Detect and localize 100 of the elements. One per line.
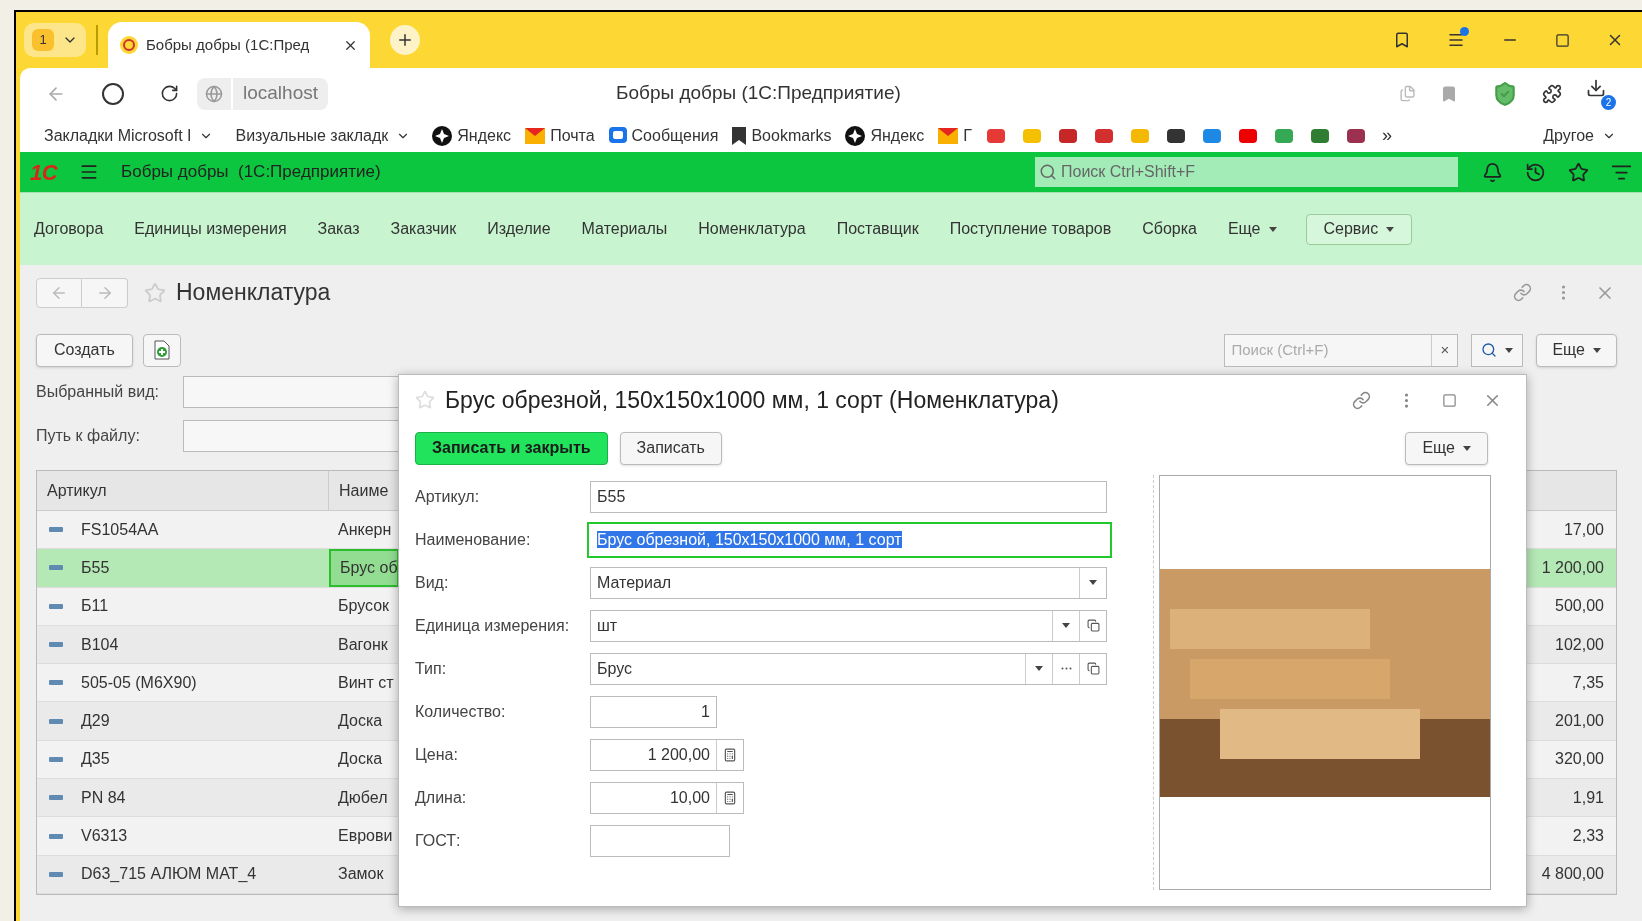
table-cell-text: Еврови [337,826,394,846]
section-link[interactable]: Заказчик [390,217,457,241]
tab-count: 1 [32,29,54,51]
calculator-icon [723,790,737,805]
item-icon [49,603,63,609]
input-field[interactable]: 1 200,00 [590,738,744,771]
table-cell-text: V6313 [81,826,128,846]
table-cell-text: В104 [81,634,119,655]
more-button[interactable]: Еще [1405,431,1488,465]
add-file-button[interactable] [142,333,181,367]
item-icon [49,833,63,839]
search-button[interactable] [1471,333,1524,367]
item-icon [49,527,63,533]
more-sections-button[interactable]: Еще [1227,217,1277,241]
tab-title: Бобры добры (1С:Пред [146,34,310,55]
dialog-title: Брус обрезной, 150x150x1000 мм, 1 сорт (Номенклатура) [445,385,1059,415]
bookmark-link[interactable]: Bookmarks [732,123,832,148]
browser-tab[interactable]: Бобры добры (1С:Пред [108,22,370,68]
bookmark-folder[interactable]: Визуальные закладк [235,123,411,148]
input-field[interactable]: 1 [590,695,717,728]
input-field[interactable]: Брус обрезной, 150x150x1000 мм, 1 сорт [587,521,1112,558]
section-link[interactable]: Номенклатура [698,217,806,241]
section-link[interactable]: Заказ [317,217,360,241]
input-field[interactable] [590,824,730,857]
column-header[interactable]: Наиме [329,471,399,510]
maximize-icon[interactable] [1555,32,1570,48]
bookmark-icon [732,126,747,145]
create-button[interactable]: Создать [36,333,133,367]
search-field[interactable]: Поиск (Ctrl+F) × [1224,333,1459,367]
caret-icon [1386,226,1395,232]
link-icon[interactable] [1352,390,1371,410]
input-field[interactable]: 10,00 [590,781,744,814]
column-header[interactable]: Артикул [37,471,329,510]
item-icon [49,565,63,571]
field-value: 10,00 [668,787,711,808]
more-button[interactable]: Еще [1536,333,1617,367]
copy-icon [1086,662,1100,675]
input-field[interactable]: шт [590,609,1107,642]
caret-icon [1089,580,1097,585]
section-link[interactable]: Договора [34,217,104,241]
section-link[interactable]: Поступление товаров [949,217,1112,241]
address-field[interactable]: localhost [233,77,328,110]
downloads-button[interactable]: 2 [1586,77,1616,110]
table-cell-text: 505-05 (М6Х90) [81,672,197,693]
clear-button[interactable]: × [1431,334,1458,366]
bookmark-link[interactable]: Яндекс [432,123,512,148]
table-cell-text: 4 800,00 [1540,864,1605,885]
section-link[interactable]: Материалы [581,217,668,241]
bell-icon[interactable] [1482,161,1503,183]
page-title: Бобры добры (1С:Предприятие) [616,81,901,106]
caret-icon [1505,347,1514,353]
input-field[interactable]: Материал [590,566,1107,599]
star-circle-icon [845,125,866,146]
section-link[interactable]: Изделие [487,217,551,241]
input-field[interactable]: Б55 [590,480,1107,513]
global-search-field[interactable]: Поиск Ctrl+Shift+F [1035,157,1458,187]
field-label: Количество: [415,701,507,722]
section-link[interactable]: Единицы измерения [134,217,287,241]
bookmarks-icon[interactable] [1393,31,1411,49]
shield-icon[interactable] [1492,80,1518,107]
table-cell: Брус об [329,549,399,587]
table-cell-text: 320,00 [1554,749,1605,770]
item-icon [49,642,63,648]
input-field[interactable]: Брус [590,652,1107,685]
caret-icon [1268,226,1277,232]
item-icon [49,756,63,762]
reload-icon[interactable] [160,84,179,103]
section-link[interactable]: Сборка [1142,217,1197,241]
table-cell-text: 500,00 [1554,596,1605,617]
tab-group-button[interactable]: 1 [24,23,86,57]
table-cell-text: Дюбел [337,787,389,808]
bookmark-link[interactable]: Почта [525,123,595,148]
section-link[interactable]: Поставщик [836,217,919,241]
save-button[interactable]: Записать [619,431,722,465]
link-icon[interactable] [1513,283,1532,302]
table-cell-text: Винт ст [337,672,395,693]
caret-icon [1463,445,1471,451]
download-count: 2 [1601,94,1616,110]
bookmark-link[interactable]: Яндекс [845,123,925,148]
bookmark-folder[interactable]: Закладки Microsoft I [44,123,214,148]
new-tab-button[interactable] [390,25,420,55]
save-and-close-button[interactable]: Записать и закрыть [415,431,608,465]
site-info-button[interactable] [197,77,231,110]
field-label: Вид: [415,572,450,593]
star-icon[interactable] [144,281,166,304]
search-icon [1039,163,1057,181]
star-icon[interactable] [415,390,435,410]
bookmark-link[interactable]: Сообщения [608,123,719,148]
service-button[interactable]: Сервис [1305,213,1413,245]
field-value: Брус обрезной, 150x150x1000 мм, 1 сорт [596,529,903,550]
other-bookmarks-folder[interactable]: Другое [1543,123,1616,148]
extensions-icon[interactable] [1542,83,1562,104]
bookmark-link[interactable]: Г [938,123,972,148]
field-label: Длина: [415,787,468,808]
field-label: Тип: [415,658,448,679]
star-icon[interactable] [1568,161,1589,183]
table-cell-text: 7,35 [1571,672,1605,693]
yandex-button[interactable] [102,82,124,105]
more-bookmarks-button[interactable]: » [1381,122,1392,149]
history-icon[interactable] [1525,161,1546,183]
